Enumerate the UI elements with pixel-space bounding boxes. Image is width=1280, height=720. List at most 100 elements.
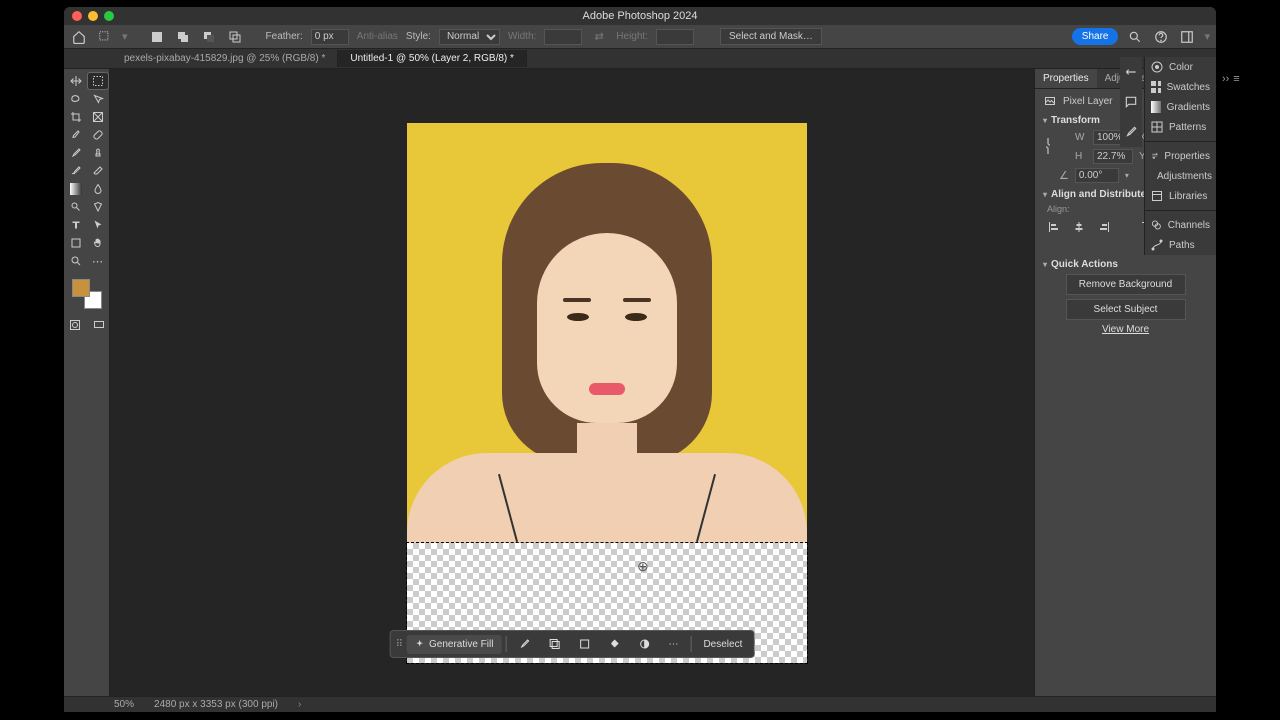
quick-actions-header[interactable]: ▾Quick Actions: [1043, 259, 1208, 270]
align-hcenter-icon[interactable]: [1072, 220, 1087, 234]
path-select-tool-icon[interactable]: [88, 217, 108, 233]
heal-tool-icon[interactable]: [88, 127, 108, 143]
height-input: [656, 29, 694, 45]
document-tab-0[interactable]: pexels-pixabay-415829.jpg @ 25% (RGB/8) …: [112, 50, 338, 67]
add-selection-icon[interactable]: [174, 28, 192, 46]
width-input: [544, 29, 582, 45]
align-right-icon[interactable]: [1096, 220, 1111, 234]
dodge-tool-icon[interactable]: [66, 199, 86, 215]
maximize-window-icon[interactable]: [104, 11, 114, 21]
more-tools-icon[interactable]: ⋯: [88, 253, 108, 269]
hand-tool-icon[interactable]: [88, 235, 108, 251]
collapse-panel-icon[interactable]: ››: [1222, 73, 1229, 85]
doc-info: 2480 px x 3353 px (300 ppi): [154, 699, 278, 710]
eraser-tool-icon[interactable]: [88, 163, 108, 179]
height-label: Height:: [616, 31, 648, 42]
search-icon[interactable]: [1126, 28, 1144, 46]
marquee-tool-icon[interactable]: [88, 73, 108, 89]
deselect-button[interactable]: Deselect: [695, 635, 750, 654]
comments-panel-icon[interactable]: [1122, 93, 1140, 111]
view-more-link[interactable]: View More: [1043, 324, 1208, 335]
angle-dropdown-icon[interactable]: ▾: [1125, 171, 1129, 180]
swatches-panel-row[interactable]: Swatches: [1145, 77, 1216, 97]
select-subject-ctx-icon[interactable]: [510, 634, 538, 654]
color-swatches[interactable]: [72, 279, 102, 309]
minimize-window-icon[interactable]: [88, 11, 98, 21]
right-panel-dock: Color Swatches Gradients Patterns Proper…: [1144, 57, 1216, 255]
document-canvas[interactable]: ⊕: [407, 123, 807, 663]
status-chevron-icon[interactable]: ›: [298, 699, 301, 710]
history-panel-icon[interactable]: [1122, 123, 1140, 141]
feather-input[interactable]: [311, 29, 349, 45]
generative-fill-button[interactable]: Generative Fill: [407, 635, 501, 654]
new-selection-icon[interactable]: [148, 28, 166, 46]
image-content: [407, 123, 807, 543]
align-left-icon[interactable]: [1047, 220, 1062, 234]
quick-mask-icon[interactable]: [65, 317, 85, 333]
properties-panel-row[interactable]: Properties: [1145, 146, 1216, 166]
layer-kind-label: Pixel Layer: [1063, 96, 1112, 107]
zoom-level[interactable]: 50%: [114, 699, 134, 710]
stamp-tool-icon[interactable]: [88, 145, 108, 161]
intersect-selection-icon[interactable]: [226, 28, 244, 46]
shape-tool-icon[interactable]: [66, 235, 86, 251]
quick-select-tool-icon[interactable]: [88, 91, 108, 107]
transform-angle[interactable]: 0.00°: [1075, 168, 1119, 183]
remove-background-button[interactable]: Remove Background: [1066, 274, 1186, 295]
frame-tool-icon[interactable]: [88, 109, 108, 125]
app-window: Adobe Photoshop 2024 ▾ Feather: Anti-ali…: [64, 7, 1216, 712]
style-select[interactable]: Normal: [439, 29, 500, 45]
document-tab-1[interactable]: Untitled-1 @ 50% (Layer 2, RGB/8) *: [338, 50, 527, 67]
channels-panel-row[interactable]: Channels: [1145, 215, 1216, 235]
share-button[interactable]: Share: [1072, 28, 1119, 45]
crop-tool-icon[interactable]: [66, 109, 86, 125]
select-subject-button[interactable]: Select Subject: [1066, 299, 1186, 320]
color-panel-row[interactable]: Color: [1145, 57, 1216, 77]
history-brush-icon[interactable]: [66, 163, 86, 179]
remove-bg-ctx-icon[interactable]: [540, 634, 568, 654]
blur-tool-icon[interactable]: [88, 181, 108, 197]
tool-preset-icon[interactable]: [96, 28, 114, 46]
drag-handle-icon[interactable]: ⠿: [394, 635, 405, 654]
pen-tool-icon[interactable]: [88, 199, 108, 215]
tab-properties[interactable]: Properties: [1035, 69, 1097, 88]
move-tool-icon[interactable]: [66, 73, 86, 89]
help-icon[interactable]: [1152, 28, 1170, 46]
transform-h[interactable]: 22.7%: [1093, 149, 1133, 164]
zoom-tool-icon[interactable]: [66, 253, 86, 269]
move-cursor-icon: ⊕: [637, 558, 649, 575]
generative-fill-label: Generative Fill: [429, 639, 493, 650]
foreground-swatch[interactable]: [72, 279, 90, 297]
subtract-selection-icon[interactable]: [200, 28, 218, 46]
screen-mode-icon[interactable]: [89, 317, 109, 333]
toolbox: ⋯: [64, 69, 110, 696]
patterns-panel-row[interactable]: Patterns: [1145, 117, 1216, 137]
eyedropper-tool-icon[interactable]: [66, 127, 86, 143]
transform-ctx-icon[interactable]: [570, 634, 598, 654]
home-icon[interactable]: [70, 28, 88, 46]
more-ctx-icon[interactable]: ⋯: [660, 635, 686, 654]
invert-ctx-icon[interactable]: [630, 634, 658, 654]
traffic-lights: [72, 11, 114, 21]
libraries-panel-row[interactable]: Libraries: [1145, 186, 1216, 206]
gradient-tool-icon[interactable]: [66, 181, 86, 197]
panel-menu-icon[interactable]: ≡: [1233, 73, 1239, 85]
type-tool-icon[interactable]: [66, 217, 86, 233]
rotate-icon: ∠: [1059, 169, 1069, 182]
adjustments-panel-row[interactable]: Adjustments: [1145, 166, 1216, 186]
swap-wh-icon: ⇄: [590, 28, 608, 46]
options-bar: ▾ Feather: Anti-alias Style: Normal Widt…: [64, 25, 1216, 49]
fill-ctx-icon[interactable]: [600, 634, 628, 654]
style-label: Style:: [406, 31, 431, 42]
lasso-tool-icon[interactable]: [66, 91, 86, 107]
brush-tool-icon[interactable]: [66, 145, 86, 161]
close-window-icon[interactable]: [72, 11, 82, 21]
workspace-icon[interactable]: [1178, 28, 1196, 46]
gradients-panel-row[interactable]: Gradients: [1145, 97, 1216, 117]
canvas-area[interactable]: ⊕ ⠿ Generative Fill ⋯ Deselect: [110, 69, 1034, 696]
paths-panel-row[interactable]: Paths: [1145, 235, 1216, 255]
link-wh-icon[interactable]: [1043, 136, 1053, 156]
brushes-panel-icon[interactable]: [1122, 63, 1140, 81]
select-and-mask-button[interactable]: Select and Mask…: [720, 28, 822, 45]
collapsed-panel-strip: [1120, 57, 1142, 147]
